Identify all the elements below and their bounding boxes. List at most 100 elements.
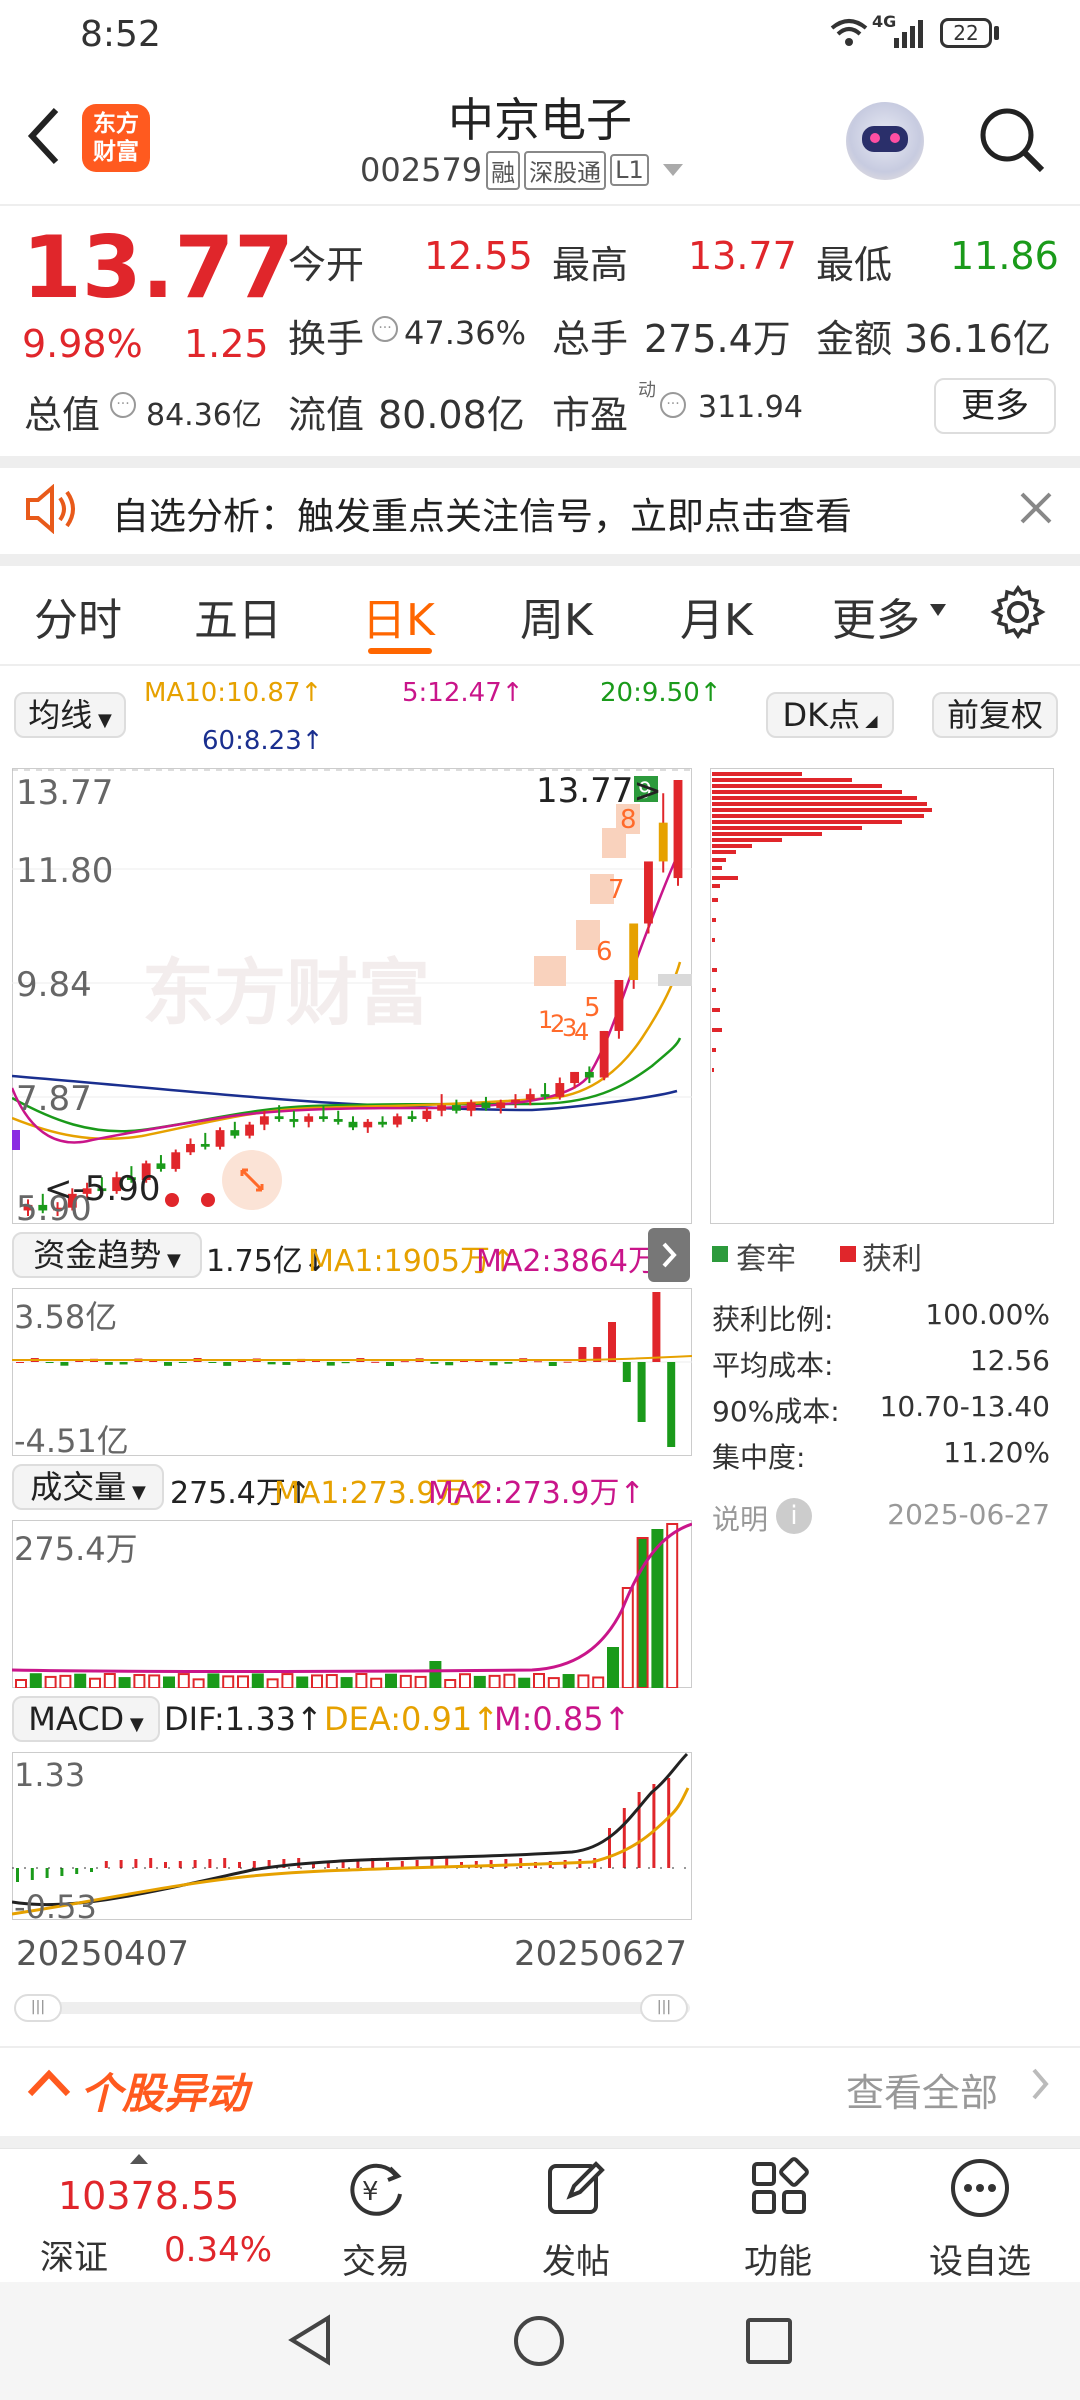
change-percent: 9.98%: [22, 322, 143, 366]
volume-bar: [44, 1675, 57, 1688]
chevron-right-icon[interactable]: [648, 1228, 690, 1282]
info-icon[interactable]: ···: [372, 316, 398, 342]
min-price-marker: <-5.90: [44, 1169, 160, 1209]
fund-bar: [104, 1362, 113, 1365]
macd-bar: [208, 1859, 212, 1868]
candle-body: [658, 822, 668, 862]
amount-value: 36.16亿: [904, 317, 1051, 361]
chip-bar: [712, 844, 752, 848]
function-button[interactable]: 功能: [738, 2234, 818, 2283]
candle-body: [333, 1119, 343, 1122]
candle-body: [614, 979, 624, 1031]
chevron-right-icon[interactable]: [1030, 2066, 1050, 2106]
chip-note-label[interactable]: 说明: [712, 1498, 768, 1538]
candle-body: [363, 1121, 373, 1128]
post-button[interactable]: 发帖: [536, 2234, 616, 2283]
dk-select[interactable]: DK点 ◢: [766, 692, 894, 738]
fuquan-button[interactable]: 前复权: [932, 692, 1058, 738]
date-start: 20250407: [16, 1934, 190, 1974]
range-slider-left-handle[interactable]: |||: [14, 1994, 62, 2022]
tab-rik[interactable]: 日K: [362, 584, 435, 648]
ma-select[interactable]: 均线 ▼: [14, 692, 126, 738]
robot-assistant-icon[interactable]: [846, 102, 924, 180]
candle-body: [186, 1143, 195, 1153]
add-watch-button[interactable]: 设自选: [920, 2234, 1040, 2283]
tab-more[interactable]: 更多: [832, 584, 920, 648]
view-all-link[interactable]: 查看全部: [846, 2062, 998, 2117]
volume-bar: [89, 1677, 101, 1688]
fund-bar: [45, 1362, 54, 1364]
tab-wuri[interactable]: 五日: [194, 584, 282, 648]
nav-recents-icon[interactable]: [746, 2318, 792, 2364]
nav-back-icon[interactable]: [284, 2312, 336, 2372]
volume-bar: [266, 1678, 279, 1688]
fund-bar: [563, 1361, 572, 1363]
turnover-value: 47.36%: [404, 314, 527, 352]
tab-fenshi[interactable]: 分时: [34, 584, 122, 648]
signal-6: 6: [596, 937, 613, 967]
chip-bar: [712, 802, 927, 806]
macd-y-top: 1.33: [14, 1756, 85, 1794]
caret-down-icon: ▼: [161, 1250, 181, 1271]
caret-down-icon[interactable]: [662, 164, 683, 176]
macd-bar: [238, 1862, 241, 1868]
open-label: 今开: [288, 243, 365, 287]
chip-bar: [712, 876, 738, 880]
volume-title: 成交量: [30, 1468, 127, 1506]
index-change[interactable]: 0.34%: [164, 2230, 272, 2270]
kline-chart[interactable]: 东方财富 1 2 3 4 5 6 7 8 9 13.77 11.80 9.84 …: [12, 768, 692, 1224]
macd-dif: DIF:1.33↑: [164, 1700, 323, 1738]
candle-body: [570, 1071, 580, 1084]
volume-bar: [207, 1673, 220, 1688]
candle-body: [259, 1116, 269, 1125]
fund-trend-chart: 3.58亿 -4.51亿: [12, 1288, 692, 1456]
tab-zhouk[interactable]: 周K: [520, 584, 593, 648]
stock-name: 中京电子: [448, 93, 632, 147]
ma60-label: 60:8.23↑: [202, 726, 324, 756]
more-dots-icon[interactable]: [948, 2156, 1012, 2224]
candle-body: [511, 1099, 520, 1103]
back-icon[interactable]: [22, 104, 66, 172]
info-icon[interactable]: ···: [660, 392, 686, 418]
volume-bar: [651, 1529, 664, 1688]
pe-label: 市盈: [552, 393, 629, 437]
post-icon[interactable]: [544, 2156, 608, 2224]
index-value[interactable]: 10378.55: [58, 2174, 239, 2218]
price-highlight-band: [658, 974, 692, 986]
fund-select[interactable]: 资金趋势 ▼: [12, 1232, 202, 1278]
app-logo[interactable]: 东方 财富: [82, 104, 150, 172]
volume-select[interactable]: 成交量 ▼: [12, 1464, 164, 1510]
candle-body: [304, 1116, 314, 1122]
chevron-up-icon[interactable]: [26, 2066, 72, 2104]
volume-bar: [592, 1676, 605, 1688]
apps-icon[interactable]: [748, 2156, 812, 2224]
search-icon[interactable]: [976, 104, 1048, 180]
active-tab-indicator: [368, 648, 432, 654]
tab-yuek[interactable]: 月K: [680, 584, 753, 648]
range-slider-track[interactable]: [14, 2002, 690, 2014]
macd-m: M:0.85↑: [494, 1700, 631, 1738]
trade-icon[interactable]: ¥: [342, 2158, 410, 2226]
range-slider-right-handle[interactable]: |||: [640, 1994, 688, 2022]
volume-bar: [355, 1673, 368, 1688]
info-icon[interactable]: i: [776, 1498, 812, 1534]
index-name[interactable]: 深证: [40, 2230, 108, 2279]
fund-bar: [608, 1322, 616, 1362]
macd-bar: [119, 1860, 123, 1868]
gear-icon[interactable]: [990, 584, 1046, 644]
signal-box: [534, 956, 566, 986]
caret-down-icon: ▼: [124, 1714, 144, 1735]
macd-select[interactable]: MACD ▼: [12, 1696, 160, 1742]
more-button[interactable]: 更多: [934, 378, 1056, 434]
stock-code: 002579: [360, 151, 483, 189]
y-label-4: 7.87: [16, 1079, 92, 1119]
nav-home-icon[interactable]: [514, 2316, 564, 2366]
volume-bar: [103, 1673, 116, 1688]
trade-button[interactable]: 交易: [336, 2234, 416, 2283]
notice-text[interactable]: 自选分析：触发重点关注信号，立即点击查看: [112, 486, 852, 540]
info-icon[interactable]: ···: [110, 392, 136, 418]
pe-value: 311.94: [698, 390, 803, 425]
volume-label: 总手: [552, 317, 629, 361]
chip-date: 2025-06-27: [887, 1498, 1050, 1531]
close-icon[interactable]: [1018, 490, 1054, 530]
